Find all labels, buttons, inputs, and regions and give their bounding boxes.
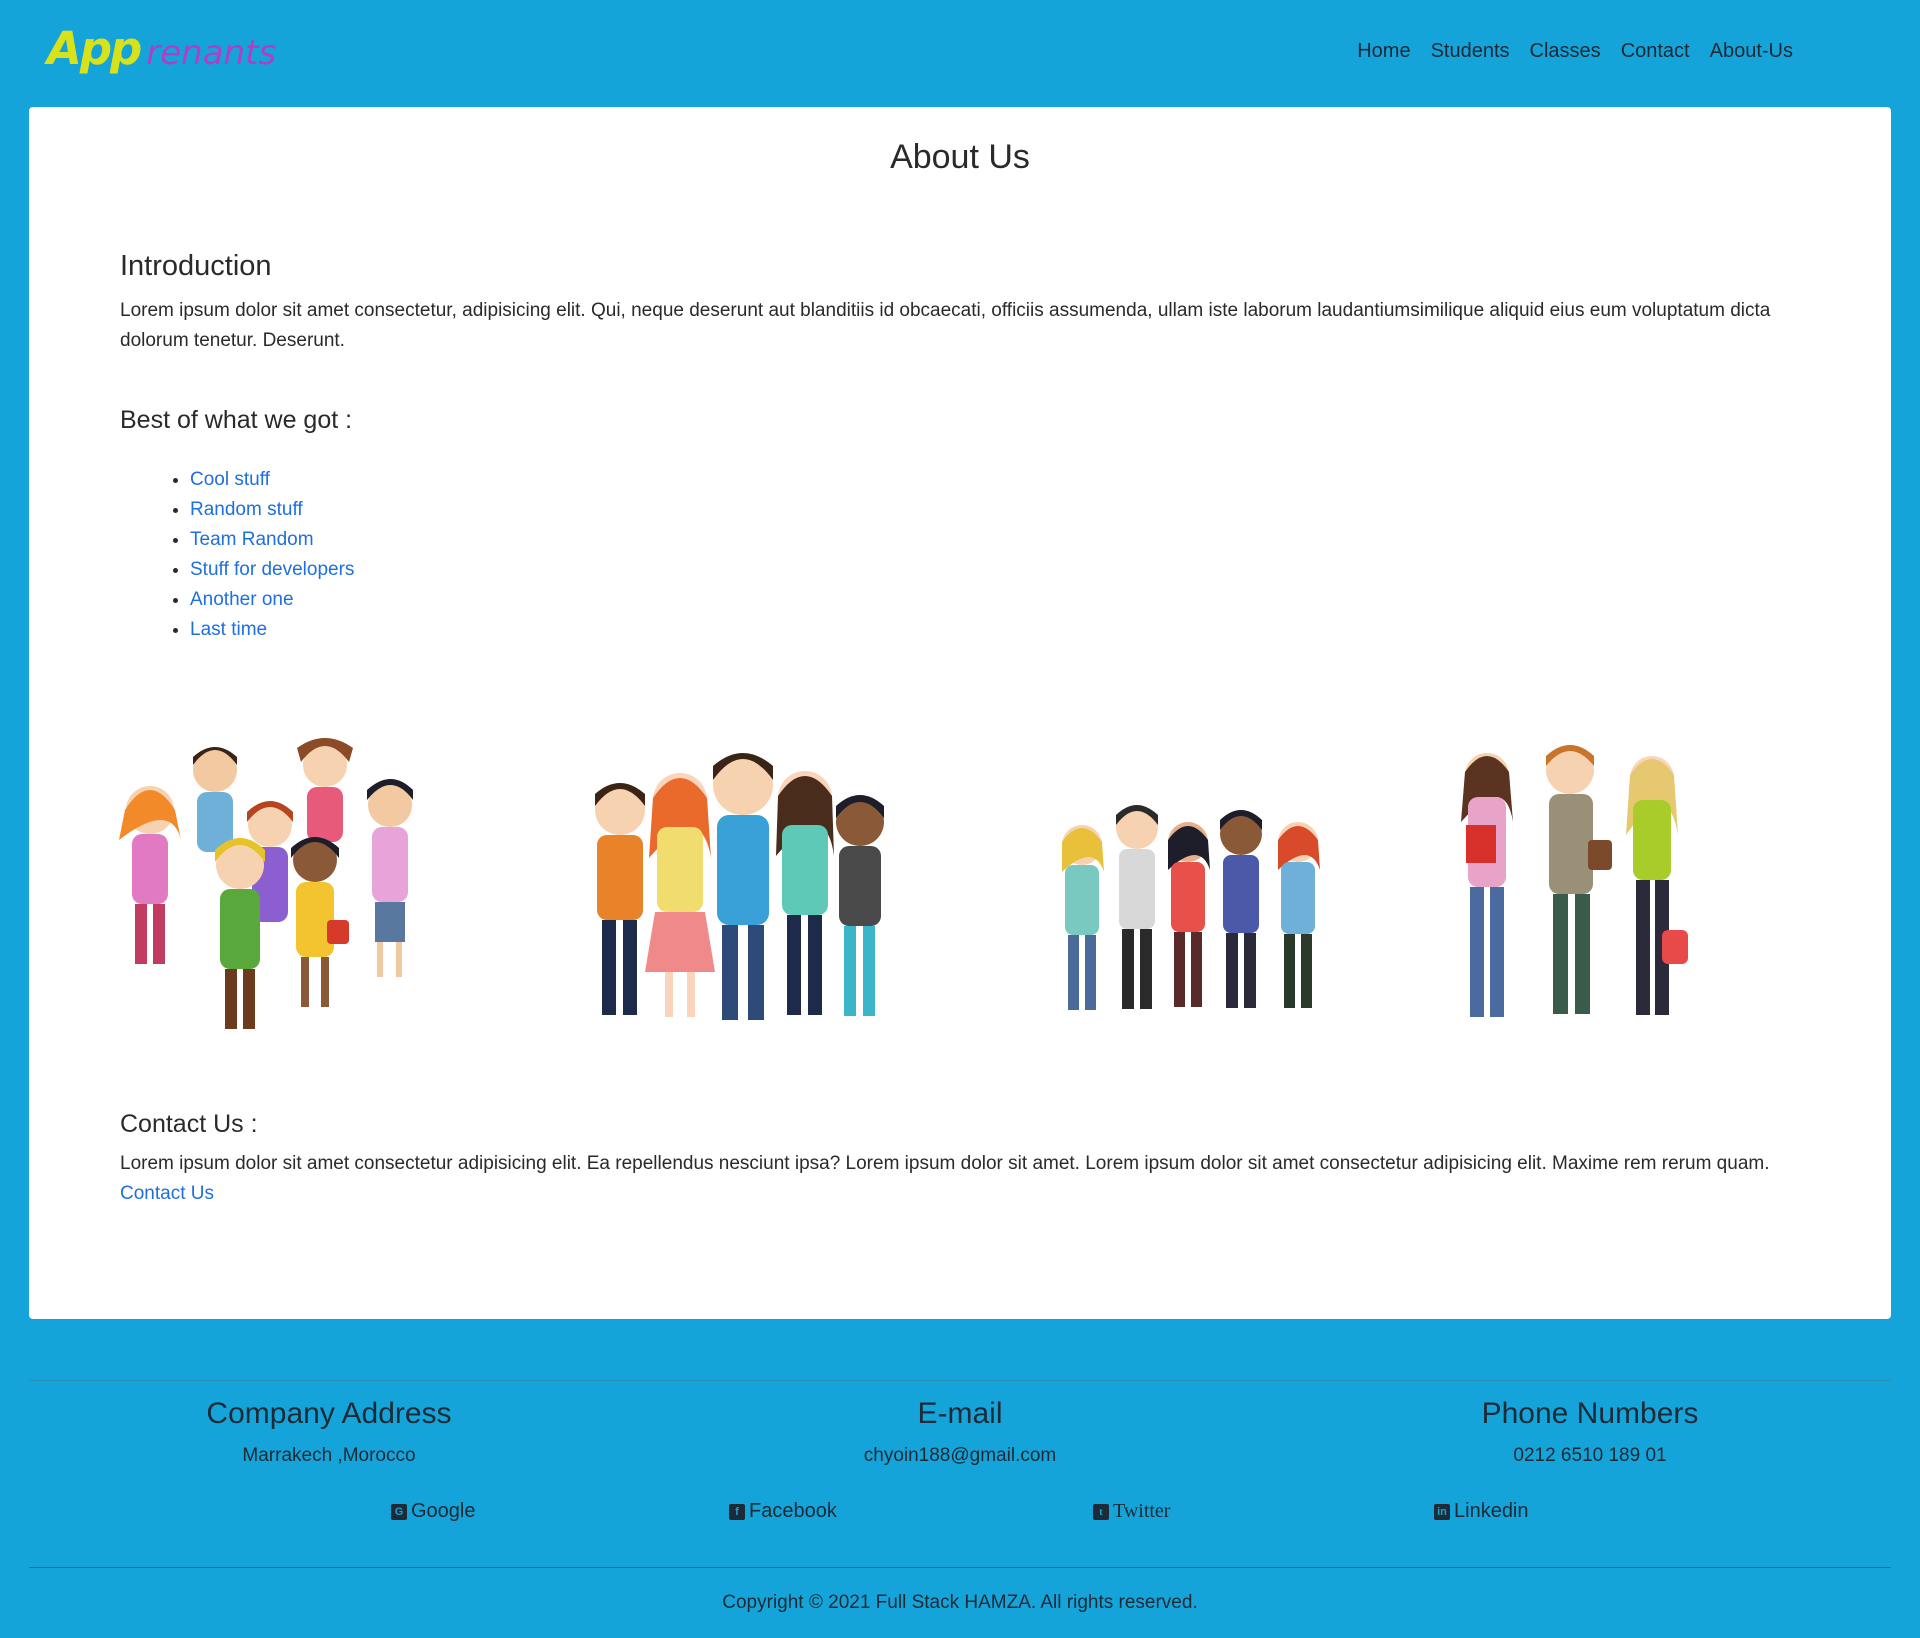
social-label: Google bbox=[411, 1500, 476, 1522]
footer-email-value: chyoin188@gmail.com bbox=[863, 1445, 1057, 1466]
footer-address: Company Address Marrakech ,Morocco bbox=[69, 1397, 589, 1467]
social-link-twitter[interactable]: t Twitter bbox=[1093, 1500, 1170, 1523]
contact-us-link[interactable]: Contact Us bbox=[120, 1183, 214, 1204]
best-link-last-time[interactable]: Last time bbox=[190, 619, 267, 640]
contact-heading: Contact Us : bbox=[120, 1110, 258, 1138]
brand-logo-app: App bbox=[47, 22, 142, 75]
nav-link-about-us[interactable]: About-Us bbox=[1710, 40, 1793, 63]
facebook-icon: f bbox=[729, 1503, 745, 1520]
nav-link-contact[interactable]: Contact bbox=[1621, 40, 1690, 63]
best-heading: Best of what we got : bbox=[120, 406, 353, 434]
footer-divider-top bbox=[29, 1380, 1891, 1381]
footer-phone-heading: Phone Numbers bbox=[1481, 1397, 1699, 1430]
list-item: Last time bbox=[190, 615, 354, 645]
list-item: Team Random bbox=[190, 525, 354, 555]
students-illustration-group-1 bbox=[115, 730, 425, 1050]
linkedin-icon: in bbox=[1434, 1503, 1450, 1520]
brand-logo-rest: renants bbox=[146, 33, 277, 73]
best-list: Cool stuff Random stuff Team Random Stuf… bbox=[120, 465, 354, 645]
nav-link-classes[interactable]: Classes bbox=[1530, 40, 1601, 63]
social-link-google[interactable]: G Google bbox=[391, 1500, 476, 1523]
contact-text-body: Lorem ipsum dolor sit amet consectetur a… bbox=[120, 1153, 1770, 1174]
contact-text: Lorem ipsum dolor sit amet consectetur a… bbox=[120, 1149, 1820, 1209]
list-item: Another one bbox=[190, 585, 354, 615]
footer-address-value: Marrakech ,Morocco bbox=[242, 1445, 416, 1466]
main-card bbox=[29, 107, 1891, 1319]
social-label: Linkedin bbox=[1454, 1500, 1529, 1522]
students-illustration-group-2 bbox=[565, 730, 895, 1050]
google-plus-icon: G bbox=[391, 1503, 407, 1520]
list-item: Random stuff bbox=[190, 495, 354, 525]
introduction-heading: Introduction bbox=[120, 250, 272, 282]
students-illustration-group-3 bbox=[1045, 730, 1340, 1050]
social-label: Facebook bbox=[749, 1500, 837, 1522]
footer-email-heading: E-mail bbox=[917, 1397, 1003, 1430]
nav-link-students[interactable]: Students bbox=[1431, 40, 1510, 63]
copyright-text: Copyright © 2021 Full Stack HAMZA. All r… bbox=[722, 1592, 1198, 1613]
footer-address-heading: Company Address bbox=[206, 1397, 452, 1430]
social-label: Twitter bbox=[1113, 1500, 1171, 1522]
list-item: Cool stuff bbox=[190, 465, 354, 495]
best-link-random-stuff[interactable]: Random stuff bbox=[190, 499, 303, 520]
footer-phone: Phone Numbers 0212 6510 189 01 bbox=[1330, 1397, 1850, 1467]
best-link-another-one[interactable]: Another one bbox=[190, 589, 294, 610]
social-link-facebook[interactable]: f Facebook bbox=[729, 1500, 837, 1523]
footer-phone-value: 0212 6510 189 01 bbox=[1513, 1445, 1667, 1466]
footer-email: E-mail chyoin188@gmail.com bbox=[700, 1397, 1220, 1467]
best-link-stuff-for-developers[interactable]: Stuff for developers bbox=[190, 559, 354, 580]
list-item: Stuff for developers bbox=[190, 555, 354, 585]
footer-divider-bottom bbox=[29, 1567, 1891, 1568]
twitter-icon: t bbox=[1093, 1503, 1109, 1520]
page-title: About Us bbox=[890, 138, 1030, 176]
students-illustration-group-4 bbox=[1430, 730, 1710, 1050]
best-link-team-random[interactable]: Team Random bbox=[190, 529, 314, 550]
brand-logo[interactable]: App renants bbox=[47, 22, 276, 75]
social-link-linkedin[interactable]: in Linkedin bbox=[1434, 1500, 1529, 1523]
nav-link-home[interactable]: Home bbox=[1357, 40, 1410, 63]
navbar: App renants Home Students Classes Contac… bbox=[0, 0, 1920, 106]
best-link-cool-stuff[interactable]: Cool stuff bbox=[190, 469, 270, 490]
introduction-text: Lorem ipsum dolor sit amet consectetur, … bbox=[120, 300, 1771, 351]
nav-links: Home Students Classes Contact About-Us bbox=[1357, 40, 1793, 63]
